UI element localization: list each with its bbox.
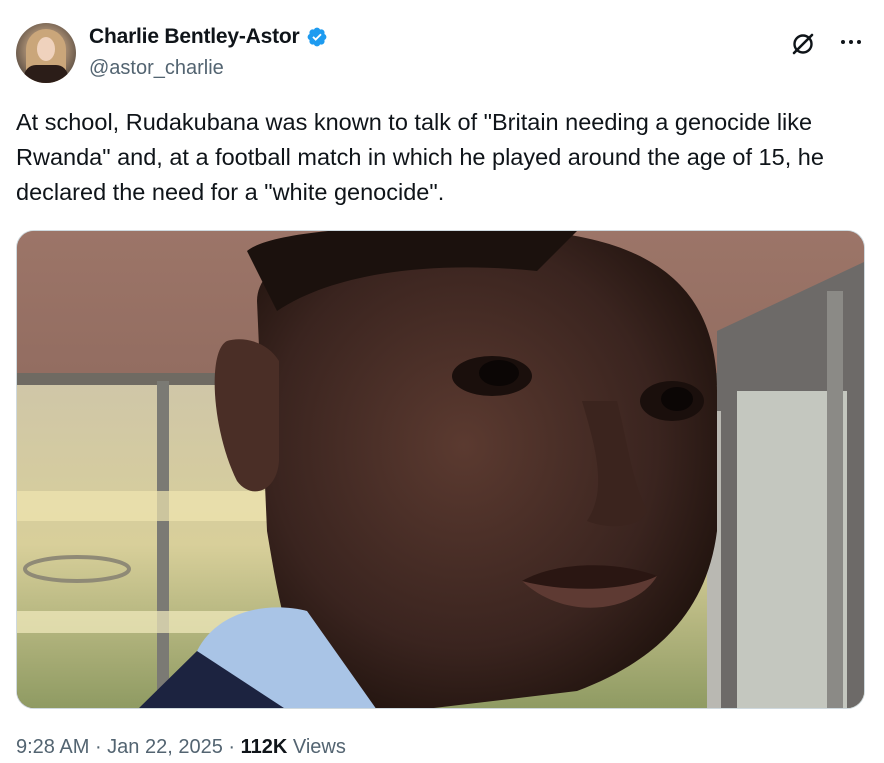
tweet-time[interactable]: 9:28 AM bbox=[16, 736, 89, 759]
grok-icon[interactable] bbox=[789, 30, 817, 58]
tweet-text: At school, Rudakubana was known to talk … bbox=[16, 109, 831, 205]
avatar-body bbox=[24, 65, 68, 83]
author-name-row: Charlie Bentley-Astor bbox=[89, 25, 328, 49]
avatar[interactable] bbox=[16, 23, 76, 83]
views-label: Views bbox=[287, 736, 346, 758]
tweet-date[interactable]: Jan 22, 2025 bbox=[107, 736, 223, 759]
meta-separator: · bbox=[222, 736, 241, 758]
avatar-face bbox=[37, 37, 55, 61]
tweet-photo[interactable] bbox=[16, 230, 865, 709]
author-display-name[interactable]: Charlie Bentley-Astor bbox=[89, 25, 300, 49]
tweet-meta: 9:28 AM · Jan 22, 2025 · 112K Views bbox=[16, 736, 346, 759]
meta-separator: · bbox=[89, 736, 108, 758]
views-count[interactable]: 112K bbox=[241, 736, 288, 759]
more-dot bbox=[841, 40, 845, 44]
more-options-icon[interactable] bbox=[836, 30, 866, 54]
tweet-card: Charlie Bentley-Astor @astor_charlie At … bbox=[0, 0, 884, 763]
author-handle[interactable]: @astor_charlie bbox=[89, 57, 224, 80]
more-dot bbox=[857, 40, 861, 44]
photo-illustration bbox=[17, 231, 864, 708]
more-dot bbox=[849, 40, 853, 44]
verified-badge-icon[interactable] bbox=[306, 26, 328, 48]
